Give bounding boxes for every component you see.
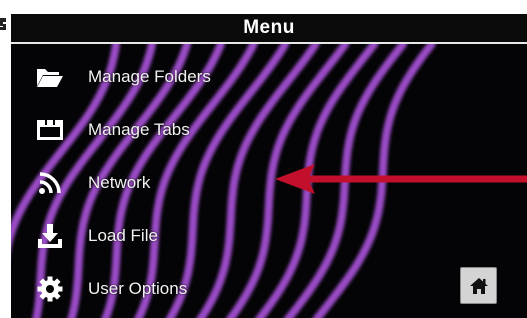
- menu-screen: Menu Manage Folders Manage Tabs Network …: [11, 14, 527, 318]
- edge-fragment: [0, 18, 6, 30]
- pointer-arrow: [275, 164, 527, 194]
